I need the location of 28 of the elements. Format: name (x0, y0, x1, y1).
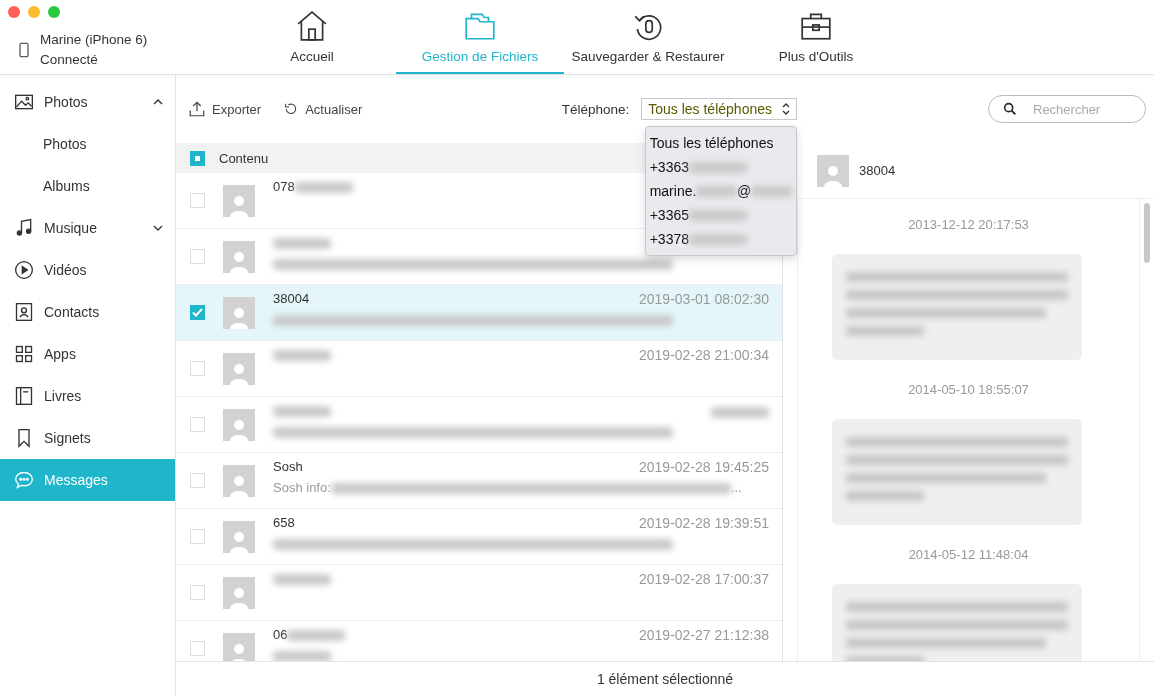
message-time: 2019-02-28 21:00:34 (639, 347, 769, 363)
contact-name: 38004 (273, 291, 310, 306)
option-text: +3378 (649, 231, 689, 247)
option-text: +3365 (649, 207, 689, 223)
option-text: +3363 (649, 159, 689, 175)
status-text: 1 élément sélectionné (176, 661, 1154, 696)
option-text: @ (736, 183, 752, 199)
message-time: 2019-02-28 19:45:25 (639, 459, 769, 475)
contact-name: 078 (273, 179, 295, 194)
contact-name: 06 (273, 627, 288, 642)
device-name: Marine (iPhone 6) (40, 31, 148, 49)
message-time: 2013-12-12 20:17:53 (908, 217, 1029, 232)
option-text: Tous les téléphones (649, 135, 774, 151)
message-time: 2019-02-27 21:12:38 (639, 627, 769, 643)
phone-label: Téléphone: (561, 101, 630, 117)
contact-name: 658 (273, 515, 295, 530)
option-text: marine. (649, 183, 697, 199)
column-header: Contenu (219, 150, 269, 166)
message-preview: Sosh info: (273, 480, 331, 495)
contact-name: 38004 (859, 163, 896, 178)
device-status: Connecté (40, 51, 99, 69)
message-time: 2019-02-28 19:39:51 (639, 515, 769, 531)
contact-name: Sosh (273, 459, 303, 474)
message-preview: ... (730, 480, 742, 495)
message-time: 2014-05-10 18:55:07 (908, 382, 1029, 397)
message-time: 2019-02-28 17:00:37 (639, 571, 769, 587)
message-time: 2014-05-12 11:48:04 (908, 547, 1029, 562)
message-time: 2019-03-01 08:02:30 (639, 291, 769, 307)
